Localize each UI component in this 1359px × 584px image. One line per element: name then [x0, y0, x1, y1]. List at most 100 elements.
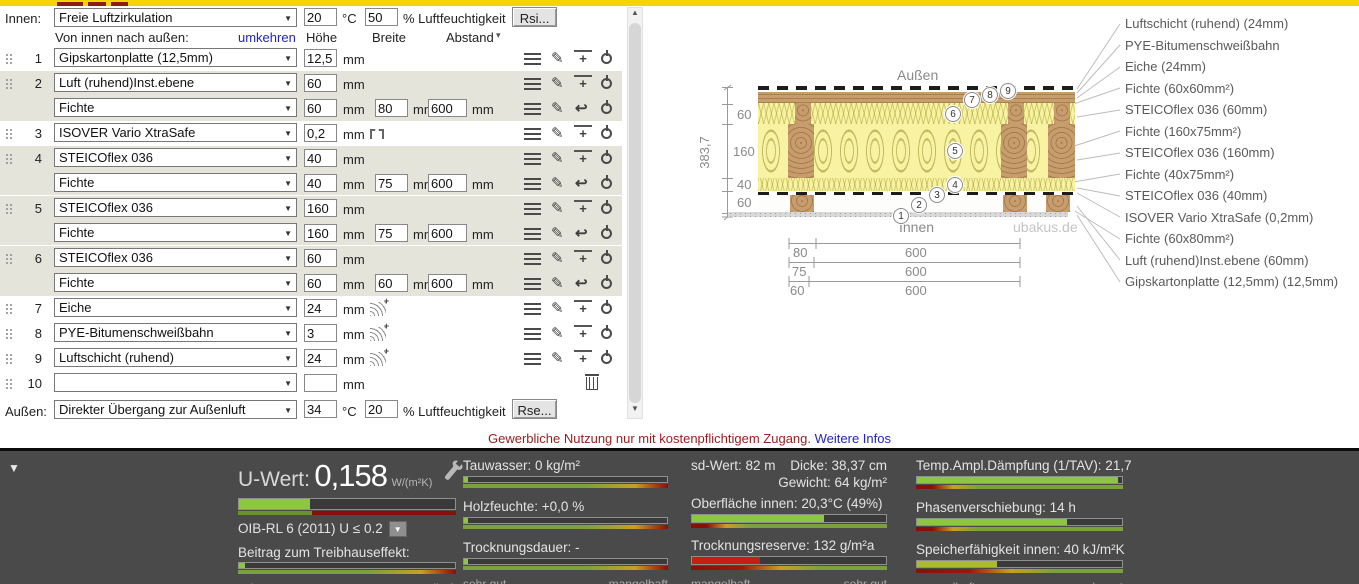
swap-direction-icon[interactable]: ↩ [575, 224, 588, 242]
power-icon[interactable] [601, 203, 612, 214]
sort-arrow-icon[interactable]: ▾ [496, 30, 501, 41]
material-select[interactable]: ▼ [54, 373, 297, 392]
width-input[interactable] [375, 274, 408, 292]
scroll-up-icon[interactable]: ▲ [628, 8, 642, 22]
width-input[interactable] [375, 99, 408, 117]
drag-handle[interactable] [5, 78, 14, 90]
drag-handle[interactable] [5, 378, 14, 390]
thickness-input[interactable] [304, 149, 337, 167]
scroll-down-icon[interactable]: ▼ [628, 404, 642, 418]
spacing-input[interactable] [428, 274, 467, 292]
wood-grain-add-icon[interactable] [370, 327, 386, 341]
thickness-input[interactable] [304, 324, 337, 342]
inside-temperature-input[interactable] [304, 8, 337, 26]
thickness-input[interactable] [304, 49, 337, 67]
drag-handle[interactable] [5, 353, 14, 365]
drag-handle[interactable] [5, 153, 14, 165]
power-icon[interactable] [601, 178, 612, 189]
insert-layer-icon[interactable]: + [574, 150, 592, 165]
drag-handle[interactable] [5, 253, 14, 265]
material-select[interactable]: Fichte▼ [54, 98, 297, 117]
edit-icon[interactable]: ✎ [551, 324, 564, 342]
edit-icon[interactable]: ✎ [551, 249, 564, 267]
material-select[interactable]: Luft (ruhend)Inst.ebene▼ [54, 73, 297, 92]
material-select[interactable]: STEICOflex 036▼ [54, 148, 297, 167]
material-select[interactable]: Luftschicht (ruhend)▼ [54, 348, 297, 367]
menu-icon[interactable] [524, 278, 541, 290]
form-scrollbar[interactable]: ▲ ▼ [627, 7, 643, 419]
material-select[interactable]: ISOVER Vario XtraSafe▼ [54, 123, 297, 142]
menu-icon[interactable] [524, 103, 541, 115]
menu-icon[interactable] [524, 178, 541, 190]
thickness-input[interactable] [304, 374, 337, 392]
swap-direction-icon[interactable]: ↩ [575, 99, 588, 117]
drag-handle[interactable] [5, 328, 14, 340]
thickness-input[interactable] [304, 74, 337, 92]
drag-handle[interactable] [5, 303, 14, 315]
col-spacing-label[interactable]: Abstand [446, 30, 494, 45]
power-icon[interactable] [601, 103, 612, 114]
invert-link[interactable]: umkehren [238, 30, 296, 45]
thickness-input[interactable] [304, 199, 337, 217]
menu-icon[interactable] [524, 303, 541, 315]
menu-icon[interactable] [524, 253, 541, 265]
edit-icon[interactable]: ✎ [551, 74, 564, 92]
edit-icon[interactable]: ✎ [551, 349, 564, 367]
insert-layer-icon[interactable]: + [574, 300, 592, 315]
scrollbar-thumb[interactable] [629, 23, 641, 403]
power-icon[interactable] [601, 353, 612, 364]
insert-layer-icon[interactable]: + [574, 200, 592, 215]
width-input[interactable] [375, 174, 408, 192]
spacing-input[interactable] [428, 99, 467, 117]
material-select[interactable]: Fichte▼ [54, 173, 297, 192]
swap-direction-icon[interactable]: ↩ [575, 174, 588, 192]
collapse-toggle-icon[interactable]: ▼ [8, 461, 20, 475]
weitere-infos-link[interactable]: Weitere Infos [815, 431, 891, 446]
insert-layer-icon[interactable]: + [574, 50, 592, 65]
edit-icon[interactable]: ✎ [551, 49, 564, 67]
thickness-input[interactable] [304, 224, 337, 242]
insert-layer-icon[interactable]: + [574, 125, 592, 140]
material-select[interactable]: Gipskartonplatte (12,5mm)▼ [54, 48, 297, 67]
power-icon[interactable] [601, 328, 612, 339]
menu-icon[interactable] [524, 78, 541, 90]
trash-icon[interactable] [586, 377, 598, 390]
insert-layer-icon[interactable]: + [574, 325, 592, 340]
outside-humidity-input[interactable] [365, 400, 398, 418]
edit-icon[interactable]: ✎ [551, 174, 564, 192]
edit-icon[interactable]: ✎ [551, 149, 564, 167]
thickness-input[interactable] [304, 349, 337, 367]
insert-layer-icon[interactable]: + [574, 250, 592, 265]
material-select[interactable]: STEICOflex 036▼ [54, 248, 297, 267]
norm-dropdown-button[interactable]: ▼ [389, 521, 407, 537]
material-select[interactable]: STEICOflex 036▼ [54, 198, 297, 217]
edit-icon[interactable]: ✎ [551, 274, 564, 292]
spacing-input[interactable] [428, 174, 467, 192]
swap-direction-icon[interactable]: ↩ [575, 274, 588, 292]
drag-handle[interactable] [5, 128, 14, 140]
width-input[interactable] [375, 224, 408, 242]
wood-grain-add-icon[interactable] [370, 302, 386, 316]
inside-climate-select[interactable]: Freie Luftzirkulation ▼ [54, 8, 297, 27]
wrench-icon[interactable] [444, 464, 459, 480]
power-icon[interactable] [601, 278, 612, 289]
power-icon[interactable] [601, 53, 612, 64]
power-icon[interactable] [601, 253, 612, 264]
thickness-input[interactable] [304, 274, 337, 292]
menu-icon[interactable] [524, 203, 541, 215]
power-icon[interactable] [601, 228, 612, 239]
menu-icon[interactable] [524, 128, 541, 140]
edit-icon[interactable]: ✎ [551, 224, 564, 242]
insert-layer-icon[interactable]: + [574, 75, 592, 90]
outside-climate-select[interactable]: Direkter Übergang zur Außenluft ▼ [54, 400, 297, 419]
power-icon[interactable] [601, 153, 612, 164]
wood-grain-add-icon[interactable] [370, 352, 386, 366]
power-icon[interactable] [601, 128, 612, 139]
material-select[interactable]: Eiche▼ [54, 298, 297, 317]
rsi-button[interactable]: Rsi... [512, 7, 557, 27]
insert-layer-icon[interactable]: + [574, 350, 592, 365]
thickness-input[interactable] [304, 174, 337, 192]
edit-icon[interactable]: ✎ [551, 99, 564, 117]
drag-handle[interactable] [5, 203, 14, 215]
material-select[interactable]: Fichte▼ [54, 273, 297, 292]
